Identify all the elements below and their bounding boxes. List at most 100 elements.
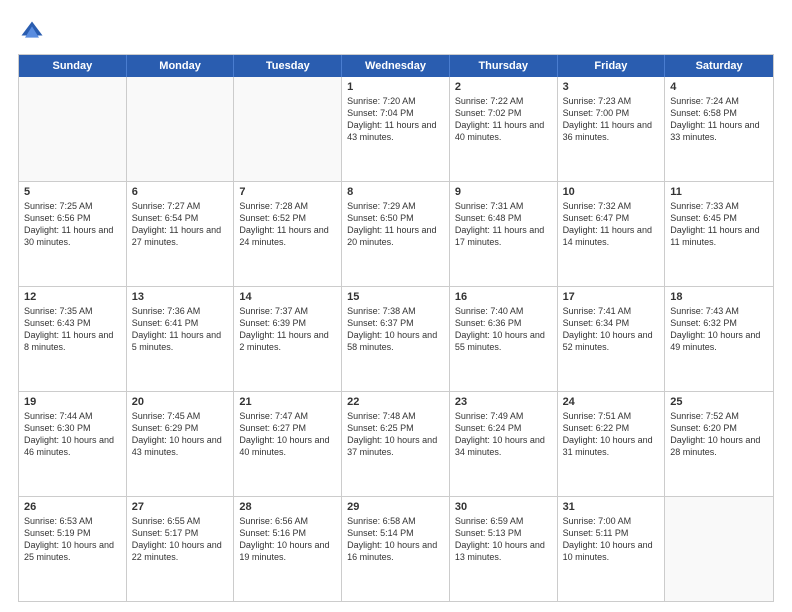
day-content: Sunrise: 7:31 AM Sunset: 6:48 PM Dayligh… (455, 200, 552, 249)
day-content: Sunrise: 7:45 AM Sunset: 6:29 PM Dayligh… (132, 410, 229, 459)
day-number: 8 (347, 186, 444, 198)
week-row-3: 12 Sunrise: 7:35 AM Sunset: 6:43 PM Dayli… (19, 286, 773, 391)
logo-icon (18, 18, 46, 46)
day-number: 30 (455, 501, 552, 513)
day-content: Sunrise: 7:40 AM Sunset: 6:36 PM Dayligh… (455, 305, 552, 354)
day-number: 7 (239, 186, 336, 198)
page: SundayMondayTuesdayWednesdayThursdayFrid… (0, 0, 792, 612)
day-cell-14: 14Sunrise: 7:37 AM Sunset: 6:39 PM Dayli… (234, 287, 342, 391)
day-cell-25: 25 Sunrise: 7:52 AM Sunset: 6:20 PM Dayli… (665, 392, 773, 496)
day-number: 16 (455, 291, 552, 303)
day-cell-11: 11Sunrise: 7:33 AM Sunset: 6:45 PM Dayli… (665, 182, 773, 286)
header-day-saturday: Saturday (665, 55, 773, 77)
day-cell-9: 9 Sunrise: 7:31 AM Sunset: 6:48 PM Daylig… (450, 182, 558, 286)
day-content: Sunrise: 7:52 AM Sunset: 6:20 PM Dayligh… (670, 410, 768, 459)
day-cell-30: 30 Sunrise: 6:59 AM Sunset: 5:13 PM Dayli… (450, 497, 558, 601)
header-day-thursday: Thursday (450, 55, 558, 77)
day-content: Sunrise: 7:35 AM Sunset: 6:43 PM Dayligh… (24, 305, 121, 354)
header-day-tuesday: Tuesday (234, 55, 342, 77)
day-content: Sunrise: 7:43 AM Sunset: 6:32 PM Dayligh… (670, 305, 768, 354)
day-number: 12 (24, 291, 121, 303)
empty-cell (234, 77, 342, 181)
day-number: 15 (347, 291, 444, 303)
day-number: 13 (132, 291, 229, 303)
day-cell-15: 15Sunrise: 7:38 AM Sunset: 6:37 PM Dayli… (342, 287, 450, 391)
day-cell-16: 16 Sunrise: 7:40 AM Sunset: 6:36 PM Dayli… (450, 287, 558, 391)
day-content: Sunrise: 7:36 AM Sunset: 6:41 PM Dayligh… (132, 305, 229, 354)
day-cell-29: 29Sunrise: 6:58 AM Sunset: 5:14 PM Dayli… (342, 497, 450, 601)
day-cell-17: 17Sunrise: 7:41 AM Sunset: 6:34 PM Dayli… (558, 287, 666, 391)
day-number: 21 (239, 396, 336, 408)
day-cell-5: 5 Sunrise: 7:25 AM Sunset: 6:56 PM Daylig… (19, 182, 127, 286)
day-number: 25 (670, 396, 768, 408)
day-cell-4: 4Sunrise: 7:24 AM Sunset: 6:58 PM Daylig… (665, 77, 773, 181)
day-cell-24: 24Sunrise: 7:51 AM Sunset: 6:22 PM Dayli… (558, 392, 666, 496)
day-cell-2: 2 Sunrise: 7:22 AM Sunset: 7:02 PM Daylig… (450, 77, 558, 181)
header-day-friday: Friday (558, 55, 666, 77)
day-number: 11 (670, 186, 768, 198)
day-content: Sunrise: 6:59 AM Sunset: 5:13 PM Dayligh… (455, 515, 552, 564)
day-content: Sunrise: 7:41 AM Sunset: 6:34 PM Dayligh… (563, 305, 660, 354)
calendar: SundayMondayTuesdayWednesdayThursdayFrid… (18, 54, 774, 602)
header (18, 18, 774, 46)
day-cell-18: 18 Sunrise: 7:43 AM Sunset: 6:32 PM Dayli… (665, 287, 773, 391)
day-content: Sunrise: 6:55 AM Sunset: 5:17 PM Dayligh… (132, 515, 229, 564)
day-cell-6: 6Sunrise: 7:27 AM Sunset: 6:54 PM Daylig… (127, 182, 235, 286)
day-cell-27: 27 Sunrise: 6:55 AM Sunset: 5:17 PM Dayli… (127, 497, 235, 601)
day-number: 28 (239, 501, 336, 513)
day-cell-8: 8 Sunrise: 7:29 AM Sunset: 6:50 PM Daylig… (342, 182, 450, 286)
day-cell-20: 20 Sunrise: 7:45 AM Sunset: 6:29 PM Dayli… (127, 392, 235, 496)
day-number: 31 (563, 501, 660, 513)
day-cell-22: 22Sunrise: 7:48 AM Sunset: 6:25 PM Dayli… (342, 392, 450, 496)
day-cell-13: 13 Sunrise: 7:36 AM Sunset: 6:41 PM Dayli… (127, 287, 235, 391)
day-number: 29 (347, 501, 444, 513)
day-number: 20 (132, 396, 229, 408)
day-cell-7: 7 Sunrise: 7:28 AM Sunset: 6:52 PM Daylig… (234, 182, 342, 286)
day-content: Sunrise: 7:37 AM Sunset: 6:39 PM Dayligh… (239, 305, 336, 354)
day-number: 4 (670, 81, 768, 93)
day-cell-3: 3Sunrise: 7:23 AM Sunset: 7:00 PM Daylig… (558, 77, 666, 181)
week-row-1: 1 Sunrise: 7:20 AM Sunset: 7:04 PM Daylig… (19, 77, 773, 181)
day-number: 9 (455, 186, 552, 198)
calendar-body: 1 Sunrise: 7:20 AM Sunset: 7:04 PM Daylig… (19, 77, 773, 601)
day-content: Sunrise: 7:00 AM Sunset: 5:11 PM Dayligh… (563, 515, 660, 564)
day-content: Sunrise: 7:25 AM Sunset: 6:56 PM Dayligh… (24, 200, 121, 249)
header-day-monday: Monday (127, 55, 235, 77)
day-content: Sunrise: 7:20 AM Sunset: 7:04 PM Dayligh… (347, 95, 444, 144)
day-content: Sunrise: 7:28 AM Sunset: 6:52 PM Dayligh… (239, 200, 336, 249)
day-number: 5 (24, 186, 121, 198)
day-number: 23 (455, 396, 552, 408)
day-number: 18 (670, 291, 768, 303)
day-number: 24 (563, 396, 660, 408)
day-number: 22 (347, 396, 444, 408)
empty-cell (127, 77, 235, 181)
day-cell-21: 21 Sunrise: 7:47 AM Sunset: 6:27 PM Dayli… (234, 392, 342, 496)
week-row-4: 19 Sunrise: 7:44 AM Sunset: 6:30 PM Dayli… (19, 391, 773, 496)
day-content: Sunrise: 6:53 AM Sunset: 5:19 PM Dayligh… (24, 515, 121, 564)
day-content: Sunrise: 6:56 AM Sunset: 5:16 PM Dayligh… (239, 515, 336, 564)
day-content: Sunrise: 7:23 AM Sunset: 7:00 PM Dayligh… (563, 95, 660, 144)
day-content: Sunrise: 7:44 AM Sunset: 6:30 PM Dayligh… (24, 410, 121, 459)
header-day-wednesday: Wednesday (342, 55, 450, 77)
day-content: Sunrise: 7:27 AM Sunset: 6:54 PM Dayligh… (132, 200, 229, 249)
day-number: 1 (347, 81, 444, 93)
day-number: 26 (24, 501, 121, 513)
day-number: 19 (24, 396, 121, 408)
header-day-sunday: Sunday (19, 55, 127, 77)
empty-cell (665, 497, 773, 601)
empty-cell (19, 77, 127, 181)
day-cell-19: 19 Sunrise: 7:44 AM Sunset: 6:30 PM Dayli… (19, 392, 127, 496)
day-cell-23: 23 Sunrise: 7:49 AM Sunset: 6:24 PM Dayli… (450, 392, 558, 496)
week-row-5: 26 Sunrise: 6:53 AM Sunset: 5:19 PM Dayli… (19, 496, 773, 601)
day-content: Sunrise: 7:47 AM Sunset: 6:27 PM Dayligh… (239, 410, 336, 459)
day-content: Sunrise: 7:49 AM Sunset: 6:24 PM Dayligh… (455, 410, 552, 459)
day-number: 27 (132, 501, 229, 513)
day-number: 2 (455, 81, 552, 93)
day-content: Sunrise: 7:29 AM Sunset: 6:50 PM Dayligh… (347, 200, 444, 249)
day-number: 10 (563, 186, 660, 198)
day-content: Sunrise: 7:22 AM Sunset: 7:02 PM Dayligh… (455, 95, 552, 144)
day-cell-31: 31 Sunrise: 7:00 AM Sunset: 5:11 PM Dayli… (558, 497, 666, 601)
day-cell-26: 26 Sunrise: 6:53 AM Sunset: 5:19 PM Dayli… (19, 497, 127, 601)
calendar-header: SundayMondayTuesdayWednesdayThursdayFrid… (19, 55, 773, 77)
week-row-2: 5 Sunrise: 7:25 AM Sunset: 6:56 PM Daylig… (19, 181, 773, 286)
